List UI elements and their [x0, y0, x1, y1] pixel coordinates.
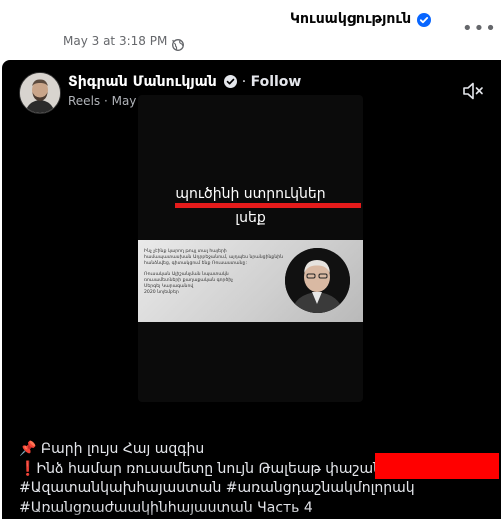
speaker-muted-icon[interactable]: [462, 81, 484, 105]
verified-badge-icon: [224, 75, 238, 92]
red-underline: [175, 203, 361, 208]
globe-icon: [172, 36, 184, 55]
post-timestamp[interactable]: May 3 at 3:18 PM ·: [63, 34, 175, 48]
follow-button[interactable]: Follow: [251, 74, 302, 90]
follow-separator: ·: [241, 74, 247, 90]
video-overlay-text-2: լսեք: [235, 210, 266, 226]
page-name-link[interactable]: Կուսակցություն: [290, 11, 411, 27]
verified-badge-icon: [417, 12, 431, 31]
more-options-icon[interactable]: •••: [462, 18, 497, 39]
redaction-block: [375, 453, 499, 479]
quote-text: Ինչ չէինք կարող թույլ տալ հայերի համապատ…: [144, 249, 284, 296]
post-caption: 📌 Բարի լույս Հայ ազգիս ❗Ինձ համար ռուսամ…: [19, 440, 489, 518]
page-header: Կուսակցություն ••• May 3 at 3:18 PM ·: [0, 0, 501, 60]
portrait-image: [285, 248, 350, 313]
author-name-link[interactable]: Տիգրան Մանուկյան: [68, 74, 217, 90]
video-overlay-text: պուծինի ստրուկներ: [175, 186, 326, 202]
author-avatar[interactable]: [19, 72, 61, 114]
bottom-fade: [2, 508, 501, 519]
shared-reel-card[interactable]: Տիգրան Մանուկյան · Follow Reels · May 2 …: [2, 60, 501, 519]
hashtag-line[interactable]: #Ազատանկախհայաստան #առանցդաշնակմոլորակ: [19, 479, 489, 499]
author-line: Տիգրան Մանուկյան · Follow: [68, 74, 301, 92]
reel-video[interactable]: պուծինի ստրուկներ լսեք Ինչ չէինք կարող թ…: [138, 95, 363, 402]
quote-slide: Ինչ չէինք կարող թույլ տալ հայերի համապատ…: [138, 240, 363, 322]
